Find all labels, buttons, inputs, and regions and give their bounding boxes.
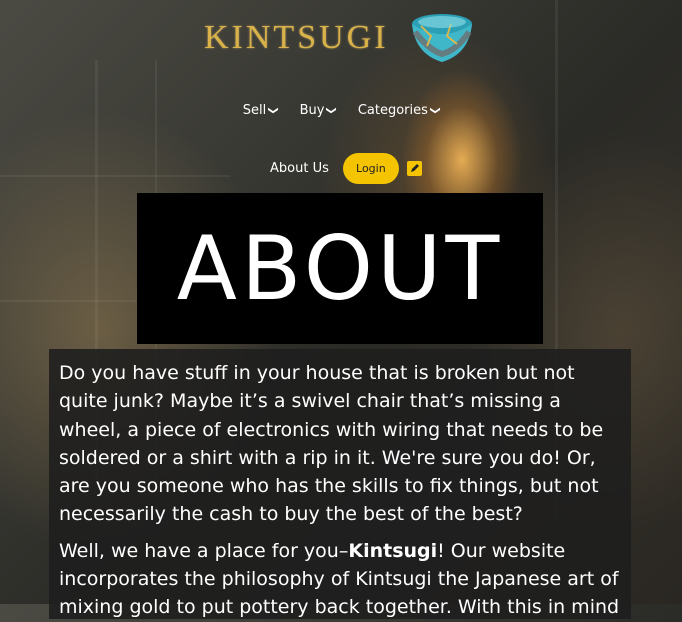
- nav-sell-label: Sell: [242, 103, 267, 118]
- about-paragraph-2: Well, we have a place for you–Kintsugi! …: [59, 537, 621, 622]
- kintsugi-bowl-icon: [411, 14, 472, 62]
- page-title: ABOUT: [176, 217, 504, 320]
- about-content: Do you have stuff in your house that is …: [49, 349, 631, 619]
- chevron-down-icon: ❯: [429, 106, 441, 115]
- site-logo[interactable]: KINTSUGI: [204, 8, 477, 68]
- pencil-icon: [410, 164, 419, 172]
- chevron-down-icon: ❯: [326, 106, 338, 115]
- about-paragraph-2-prefix: Well, we have a place for you–: [59, 539, 349, 562]
- nav-buy[interactable]: Buy ❯: [299, 103, 338, 118]
- brand-name: Kintsugi: [348, 539, 438, 562]
- nav-sell[interactable]: Sell ❯: [242, 103, 279, 118]
- chevron-down-icon: ❯: [267, 106, 279, 115]
- edit-button[interactable]: [406, 161, 422, 176]
- logo-text: KINTSUGI: [204, 19, 389, 56]
- main-nav: Sell ❯ Buy ❯ Categories ❯: [0, 103, 682, 118]
- nav-about-us[interactable]: About Us: [270, 161, 329, 176]
- nav-categories-label: Categories: [357, 103, 428, 118]
- about-banner: ABOUT: [137, 193, 543, 344]
- nav-categories[interactable]: Categories ❯: [357, 103, 441, 118]
- login-button[interactable]: Login: [342, 153, 399, 184]
- about-paragraph-1: Do you have stuff in your house that is …: [59, 362, 604, 526]
- secondary-nav: About Us Login: [270, 153, 422, 184]
- nav-buy-label: Buy: [299, 103, 325, 118]
